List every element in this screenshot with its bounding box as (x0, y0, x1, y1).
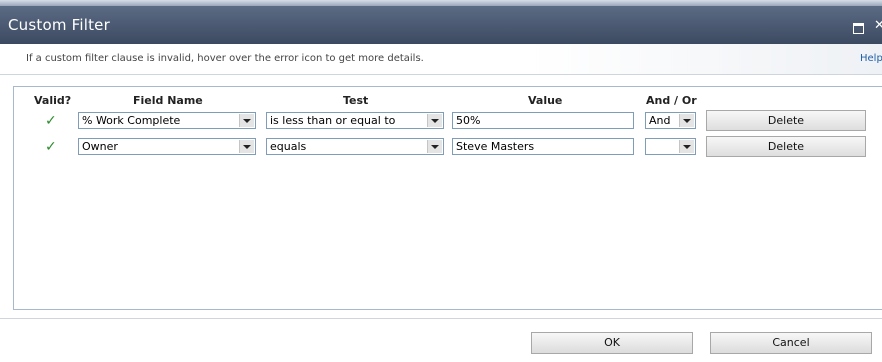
dropdown-arrow-icon[interactable] (679, 114, 694, 127)
column-header-valid: Valid? (34, 94, 72, 107)
test-value: is less than or equal to (270, 114, 396, 127)
dialog-title-bar: Custom Filter ✕ (0, 6, 882, 44)
value-input[interactable]: Steve Masters (452, 138, 634, 155)
value-text: Steve Masters (456, 140, 535, 153)
ok-button[interactable]: OK (531, 332, 693, 354)
info-message: If a custom filter clause is invalid, ho… (26, 53, 424, 64)
column-header-test: Test (343, 94, 369, 107)
dropdown-arrow-icon[interactable] (239, 114, 254, 127)
field-name-select[interactable]: % Work Complete (78, 112, 256, 129)
field-name-select[interactable]: Owner (78, 138, 256, 155)
value-input[interactable]: 50% (452, 112, 634, 129)
and-or-select[interactable] (645, 138, 696, 155)
test-select[interactable]: is less than or equal to (266, 112, 444, 129)
column-header-and-or: And / Or (646, 94, 697, 107)
and-or-value: And (649, 114, 671, 127)
field-name-value: Owner (82, 140, 118, 153)
close-icon[interactable]: ✕ (874, 18, 882, 33)
and-or-select[interactable]: And (645, 112, 696, 129)
test-value: equals (270, 140, 307, 153)
info-bar: If a custom filter clause is invalid, ho… (0, 44, 882, 75)
dropdown-arrow-icon[interactable] (679, 140, 694, 153)
valid-check-icon: ✓ (45, 139, 57, 155)
delete-button[interactable]: Delete (706, 110, 866, 131)
delete-button[interactable]: Delete (706, 136, 866, 157)
dropdown-arrow-icon[interactable] (427, 114, 442, 127)
column-header-field-name: Field Name (133, 94, 203, 107)
valid-check-icon: ✓ (45, 113, 57, 129)
dropdown-arrow-icon[interactable] (239, 140, 254, 153)
dropdown-arrow-icon[interactable] (427, 140, 442, 153)
column-header-value: Value (528, 94, 563, 107)
field-name-value: % Work Complete (82, 114, 181, 127)
test-select[interactable]: equals (266, 138, 444, 155)
footer-divider (0, 318, 882, 319)
maximize-icon[interactable] (853, 23, 864, 34)
help-link[interactable]: Help (860, 53, 882, 64)
dialog-title: Custom Filter (8, 16, 110, 34)
value-text: 50% (456, 114, 481, 127)
cancel-button[interactable]: Cancel (710, 332, 872, 354)
